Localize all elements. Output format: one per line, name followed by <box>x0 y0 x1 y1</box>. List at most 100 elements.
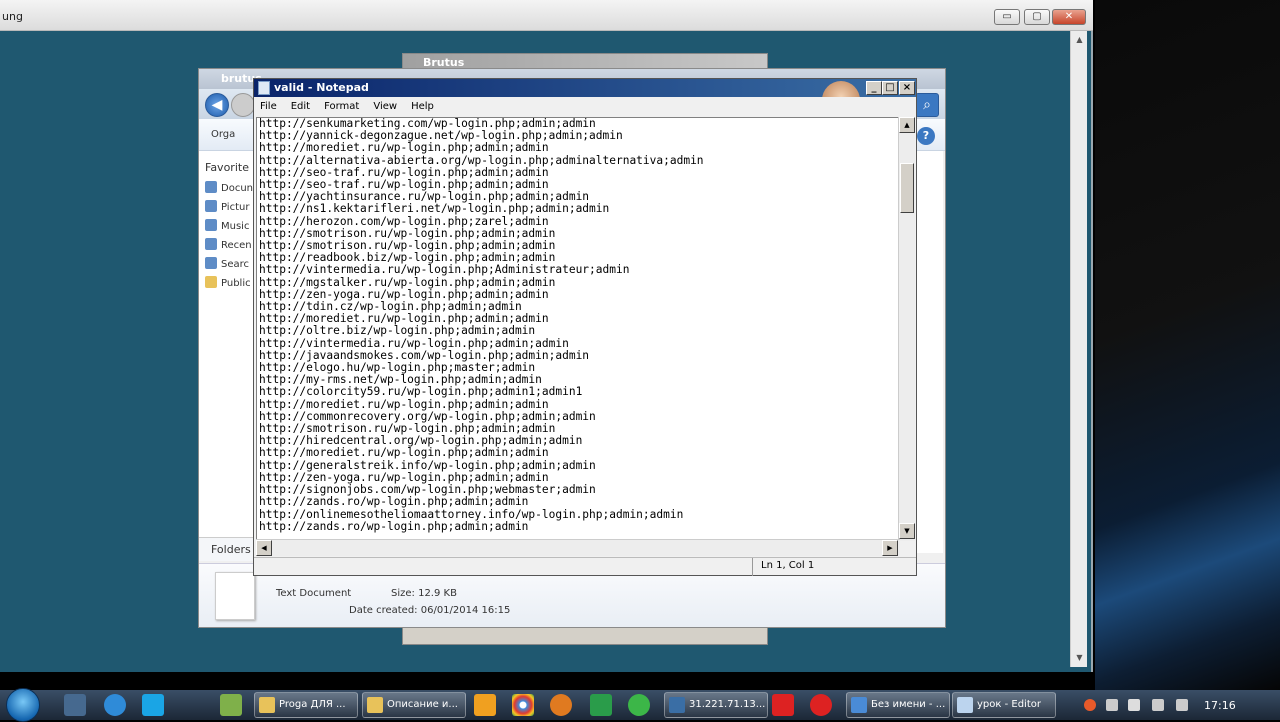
menu-format[interactable]: Format <box>324 101 359 112</box>
task-label: Без имени - ... <box>871 699 946 710</box>
notepad-title: valid - Notepad <box>274 81 369 94</box>
folders-toggle[interactable]: Folders <box>199 537 255 561</box>
text-line: http://herozon.com/wp-login.php;zarel;ad… <box>259 214 549 228</box>
notepad-close-button[interactable]: × <box>899 81 915 95</box>
notepad-vertical-scrollbar[interactable]: ▲ ▼ <box>898 117 915 541</box>
scroll-down-arrow-icon[interactable]: ▼ <box>1071 649 1088 666</box>
menu-help[interactable]: Help <box>411 101 434 112</box>
notepad-content: http://senkumarketing.com/wp-login.php;a… <box>259 118 899 533</box>
folder-icon <box>205 276 217 288</box>
music-icon <box>205 219 217 231</box>
scroll-left-arrow-icon[interactable]: ◀ <box>256 540 272 556</box>
text-line: http://onlinemesotheliomaattorney.info/w… <box>259 507 684 521</box>
task-app-icon <box>851 697 867 713</box>
scroll-right-arrow-icon[interactable]: ▶ <box>882 540 898 556</box>
text-line: http://colorcity59.ru/wp-login.php;admin… <box>259 385 583 399</box>
start-button[interactable] <box>6 688 40 722</box>
documents-icon <box>205 181 217 193</box>
show-desktop-icon[interactable] <box>64 694 86 716</box>
recent-icon <box>205 238 217 250</box>
remote-window-scrollbar[interactable]: ▲ ▼ <box>1070 31 1087 667</box>
notepad-status-bar: Ln 1, Col 1 <box>254 557 916 576</box>
app-icon[interactable] <box>772 694 794 716</box>
maximize-button[interactable]: ▢ <box>1024 9 1050 25</box>
notepad-window[interactable]: valid - Notepad _ □ × File Edit Format View… <box>253 78 917 576</box>
internet-explorer-icon[interactable] <box>104 694 126 716</box>
file-type: Text Document <box>276 588 352 599</box>
scroll-up-arrow-icon[interactable]: ▲ <box>1071 31 1088 48</box>
taskbar-task[interactable]: Описание и... <box>362 692 466 718</box>
text-line: http://mgstalker.ru/wp-login.php;admin;a… <box>259 275 556 289</box>
menu-edit[interactable]: Edit <box>291 101 310 112</box>
skype-icon[interactable] <box>142 694 164 716</box>
searches-icon <box>205 257 217 269</box>
clock[interactable]: 17:16 <box>1204 699 1236 712</box>
notepad-minimize-button[interactable]: _ <box>866 81 882 95</box>
text-line: http://alternativa-abierta.org/wp-login.… <box>259 153 704 167</box>
sidebar-item-public[interactable]: Public <box>205 276 251 289</box>
remote-desktop-window: ung ▭ ▢ ✕ ▲ ▼ Brutus brutus ◀ ⌕ Orga ? F… <box>0 0 1093 672</box>
text-line: http://zands.ro/wp-login.php;admin;admin <box>259 495 529 509</box>
text-line: http://ns1.kektarifleri.net/wp-login.php… <box>259 202 610 216</box>
task-label: урок - Editor <box>977 699 1041 710</box>
task-app-icon <box>957 697 973 713</box>
app-icon[interactable] <box>590 694 612 716</box>
explorer-file-area[interactable] <box>915 151 943 553</box>
network-icon[interactable] <box>1106 699 1118 711</box>
notepad-maximize-button[interactable]: □ <box>882 81 898 95</box>
taskbar-task[interactable]: 31.221.71.13... <box>664 692 768 718</box>
taskbar-task[interactable]: урок - Editor <box>952 692 1056 718</box>
opera-icon[interactable] <box>810 694 832 716</box>
back-arrow-icon[interactable]: ◀ <box>205 93 229 117</box>
task-label: Proga ДЛЯ ... <box>279 699 346 710</box>
task-label: 31.221.71.13... <box>689 699 766 710</box>
volume-icon[interactable] <box>1176 699 1188 711</box>
text-line: http://oltre.biz/wp-login.php;admin;admi… <box>259 324 536 338</box>
organize-button[interactable]: Orga <box>211 129 235 140</box>
pictures-icon <box>205 200 217 212</box>
notepad-horizontal-scrollbar[interactable]: ◀ ▶ <box>256 539 900 556</box>
scroll-thumb[interactable] <box>900 163 914 213</box>
desktop-background <box>1095 0 1280 690</box>
remote-window-titlebar: ung ▭ ▢ ✕ <box>0 0 1093 31</box>
text-line: http://morediet.ru/wp-login.php;admin;ad… <box>259 141 549 155</box>
menu-view[interactable]: View <box>373 101 397 112</box>
menu-file[interactable]: File <box>260 101 277 112</box>
sidebar-item-recent[interactable]: Recen <box>205 238 252 251</box>
help-icon[interactable]: ? <box>917 127 935 145</box>
task-app-icon <box>259 697 275 713</box>
notepad-menu-bar: File Edit Format View Help <box>254 97 916 117</box>
firefox-icon[interactable] <box>550 694 572 716</box>
minimize-button[interactable]: ▭ <box>994 9 1020 25</box>
close-button[interactable]: ✕ <box>1052 9 1086 25</box>
favorites-header: Favorite <box>205 161 249 174</box>
scroll-down-arrow-icon[interactable]: ▼ <box>899 523 915 539</box>
notification-icon[interactable] <box>1084 699 1096 711</box>
signal-icon[interactable] <box>1152 699 1164 711</box>
media-player-icon[interactable] <box>474 694 496 716</box>
notepad-titlebar[interactable]: valid - Notepad _ □ × <box>254 79 916 121</box>
sidebar-item-searches[interactable]: Searc <box>205 257 249 270</box>
task-app-icon <box>367 697 383 713</box>
text-line: http://zands.ro/wp-login.php;admin;admin <box>259 519 529 533</box>
battery-icon[interactable] <box>1128 699 1140 711</box>
taskbar: Proga ДЛЯ ... Описание и... 31.221.71.13..… <box>0 688 1280 722</box>
sidebar-item-documents[interactable]: Docun <box>205 181 253 194</box>
app-icon[interactable] <box>628 694 650 716</box>
taskbar-task[interactable]: Proga ДЛЯ ... <box>254 692 358 718</box>
sidebar-item-pictures[interactable]: Pictur <box>205 200 249 213</box>
favorites-sidebar: Favorite Docun Pictur Music Recen Searc … <box>199 151 255 553</box>
text-line: http://morediet.ru/wp-login.php;admin;ad… <box>259 446 549 460</box>
forward-arrow-icon[interactable] <box>231 93 255 117</box>
file-date-created: Date created: 06/01/2014 16:15 <box>349 605 511 616</box>
sidebar-item-music[interactable]: Music <box>205 219 249 232</box>
file-size: Size: 12.9 KB <box>391 588 457 599</box>
task-label: Описание и... <box>387 699 458 710</box>
taskbar-task[interactable]: Без имени - ... <box>846 692 950 718</box>
scroll-up-arrow-icon[interactable]: ▲ <box>899 117 915 133</box>
remote-window-title: ung <box>2 10 23 23</box>
chrome-icon[interactable] <box>512 694 534 716</box>
app-icon[interactable] <box>220 694 242 716</box>
search-icon[interactable]: ⌕ <box>915 93 939 117</box>
notepad-text-area[interactable]: http://senkumarketing.com/wp-login.php;a… <box>256 117 900 541</box>
